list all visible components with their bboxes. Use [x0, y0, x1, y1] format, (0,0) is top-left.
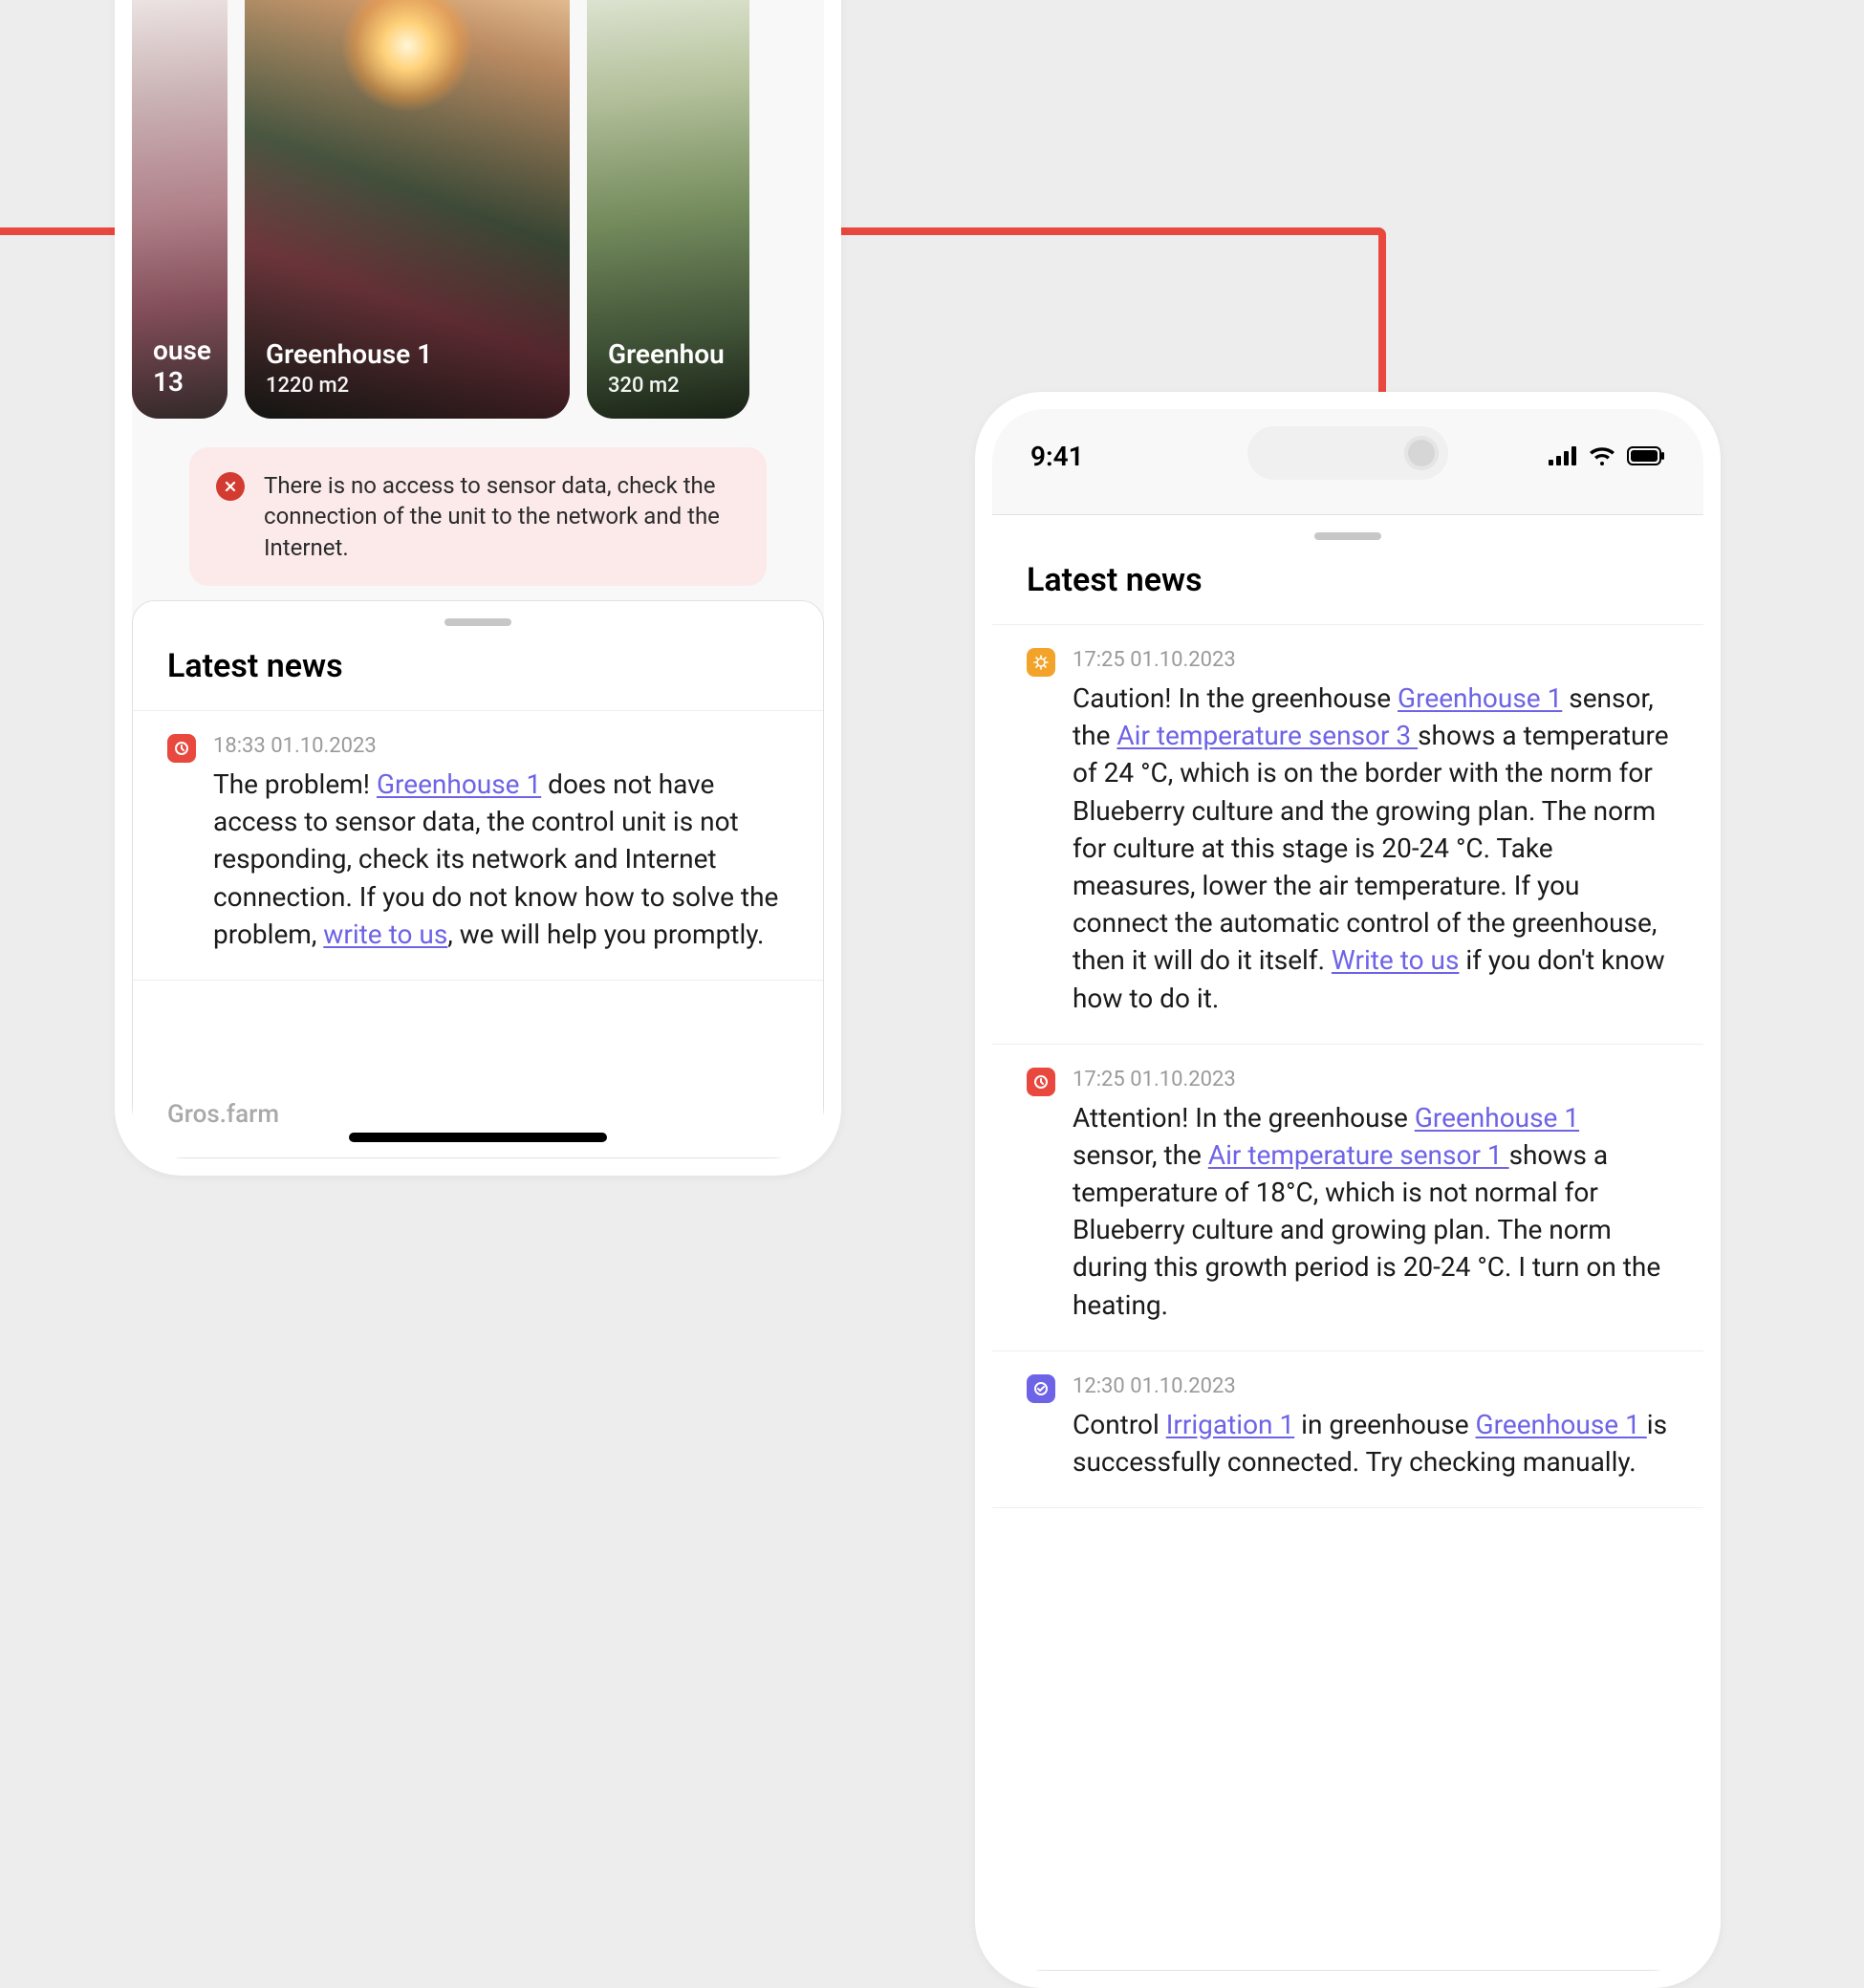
- signal-icon: [1549, 441, 1577, 472]
- news-item[interactable]: 12:30 01.10.2023 Control Irrigation 1 in …: [992, 1351, 1703, 1508]
- decorative-line: [841, 227, 1386, 235]
- news-text: The problem! Greenhouse 1 does not have …: [213, 766, 789, 953]
- severity-badge-red: [1027, 1068, 1055, 1096]
- status-time: 9:41: [1030, 441, 1084, 472]
- news-panel: Latest news 17:25 01.10.2023 Caution! In …: [992, 514, 1703, 1971]
- greenhouse-card-title: ouse 13: [153, 335, 206, 398]
- home-indicator[interactable]: [349, 1133, 607, 1142]
- greenhouse-carousel[interactable]: ouse 13 Greenhouse 1 1220 m2 Greenhou 32…: [132, 0, 824, 419]
- news-timestamp: 12:30 01.10.2023: [1073, 1374, 1669, 1398]
- severity-badge-purple: [1027, 1374, 1055, 1403]
- inline-link[interactable]: Air temperature sensor 1: [1208, 1139, 1509, 1171]
- inline-link[interactable]: Write to us: [1332, 944, 1460, 976]
- news-item[interactable]: 17:25 01.10.2023 Caution! In the greenhou…: [992, 625, 1703, 1045]
- camera-dot: [1404, 436, 1439, 470]
- phone-left: ouse 13 Greenhouse 1 1220 m2 Greenhou 32…: [115, 0, 841, 1176]
- inline-link[interactable]: Irrigation 1: [1166, 1409, 1294, 1440]
- panel-title: Latest news: [133, 626, 823, 711]
- news-text: Control Irrigation 1 in greenhouse Green…: [1073, 1406, 1669, 1480]
- greenhouse-card-prev[interactable]: ouse 13: [132, 0, 228, 419]
- greenhouse-card-title: Greenhou: [608, 338, 728, 370]
- news-timestamp: 17:25 01.10.2023: [1073, 648, 1669, 672]
- news-list: 18:33 01.10.2023 The problem! Greenhouse …: [133, 711, 823, 981]
- news-item[interactable]: 18:33 01.10.2023 The problem! Greenhouse …: [133, 711, 823, 981]
- battery-icon: [1627, 441, 1665, 472]
- phone-right: 9:41 Latest news 17:25 01.10.2023 Caution…: [975, 392, 1721, 1988]
- greenhouse-card-active[interactable]: Greenhouse 1 1220 m2: [245, 0, 570, 419]
- news-timestamp: 18:33 01.10.2023: [213, 734, 789, 758]
- news-panel: Latest news 18:33 01.10.2023 The problem!…: [132, 600, 824, 1158]
- drag-handle[interactable]: [444, 618, 511, 626]
- news-timestamp: 17:25 01.10.2023: [1073, 1068, 1669, 1091]
- alert-text: There is no access to sensor data, check…: [264, 470, 740, 563]
- severity-badge-orange: [1027, 648, 1055, 677]
- wifi-icon: [1589, 441, 1615, 472]
- news-item[interactable]: 17:25 01.10.2023 Attention! In the greenh…: [992, 1045, 1703, 1351]
- news-list: 17:25 01.10.2023 Caution! In the greenhou…: [992, 625, 1703, 1508]
- severity-badge-red: [167, 734, 196, 763]
- dynamic-island: [1247, 426, 1448, 480]
- error-icon: [216, 472, 245, 501]
- connection-alert: There is no access to sensor data, check…: [189, 447, 767, 586]
- greenhouse-card-area: 320 m2: [608, 374, 728, 398]
- news-text: Caution! In the greenhouse Greenhouse 1 …: [1073, 680, 1669, 1017]
- panel-title: Latest news: [992, 540, 1703, 625]
- inline-link[interactable]: Air temperature sensor 3: [1116, 720, 1418, 751]
- greenhouse-card-next[interactable]: Greenhou 320 m2: [587, 0, 749, 419]
- drag-handle[interactable]: [1314, 532, 1381, 540]
- greenhouse-card-area: 1220 m2: [266, 374, 549, 398]
- greenhouse-card-title: Greenhouse 1: [266, 338, 549, 370]
- inline-link[interactable]: Greenhouse 1: [377, 768, 541, 800]
- inline-link[interactable]: Greenhouse 1: [1398, 682, 1562, 714]
- news-text: Attention! In the greenhouse Greenhouse …: [1073, 1099, 1669, 1324]
- inline-link[interactable]: Greenhouse 1: [1415, 1102, 1579, 1134]
- inline-link[interactable]: Greenhouse 1: [1476, 1409, 1647, 1440]
- brand-label: Gros.farm: [167, 1100, 279, 1129]
- inline-link[interactable]: write to us: [323, 918, 447, 950]
